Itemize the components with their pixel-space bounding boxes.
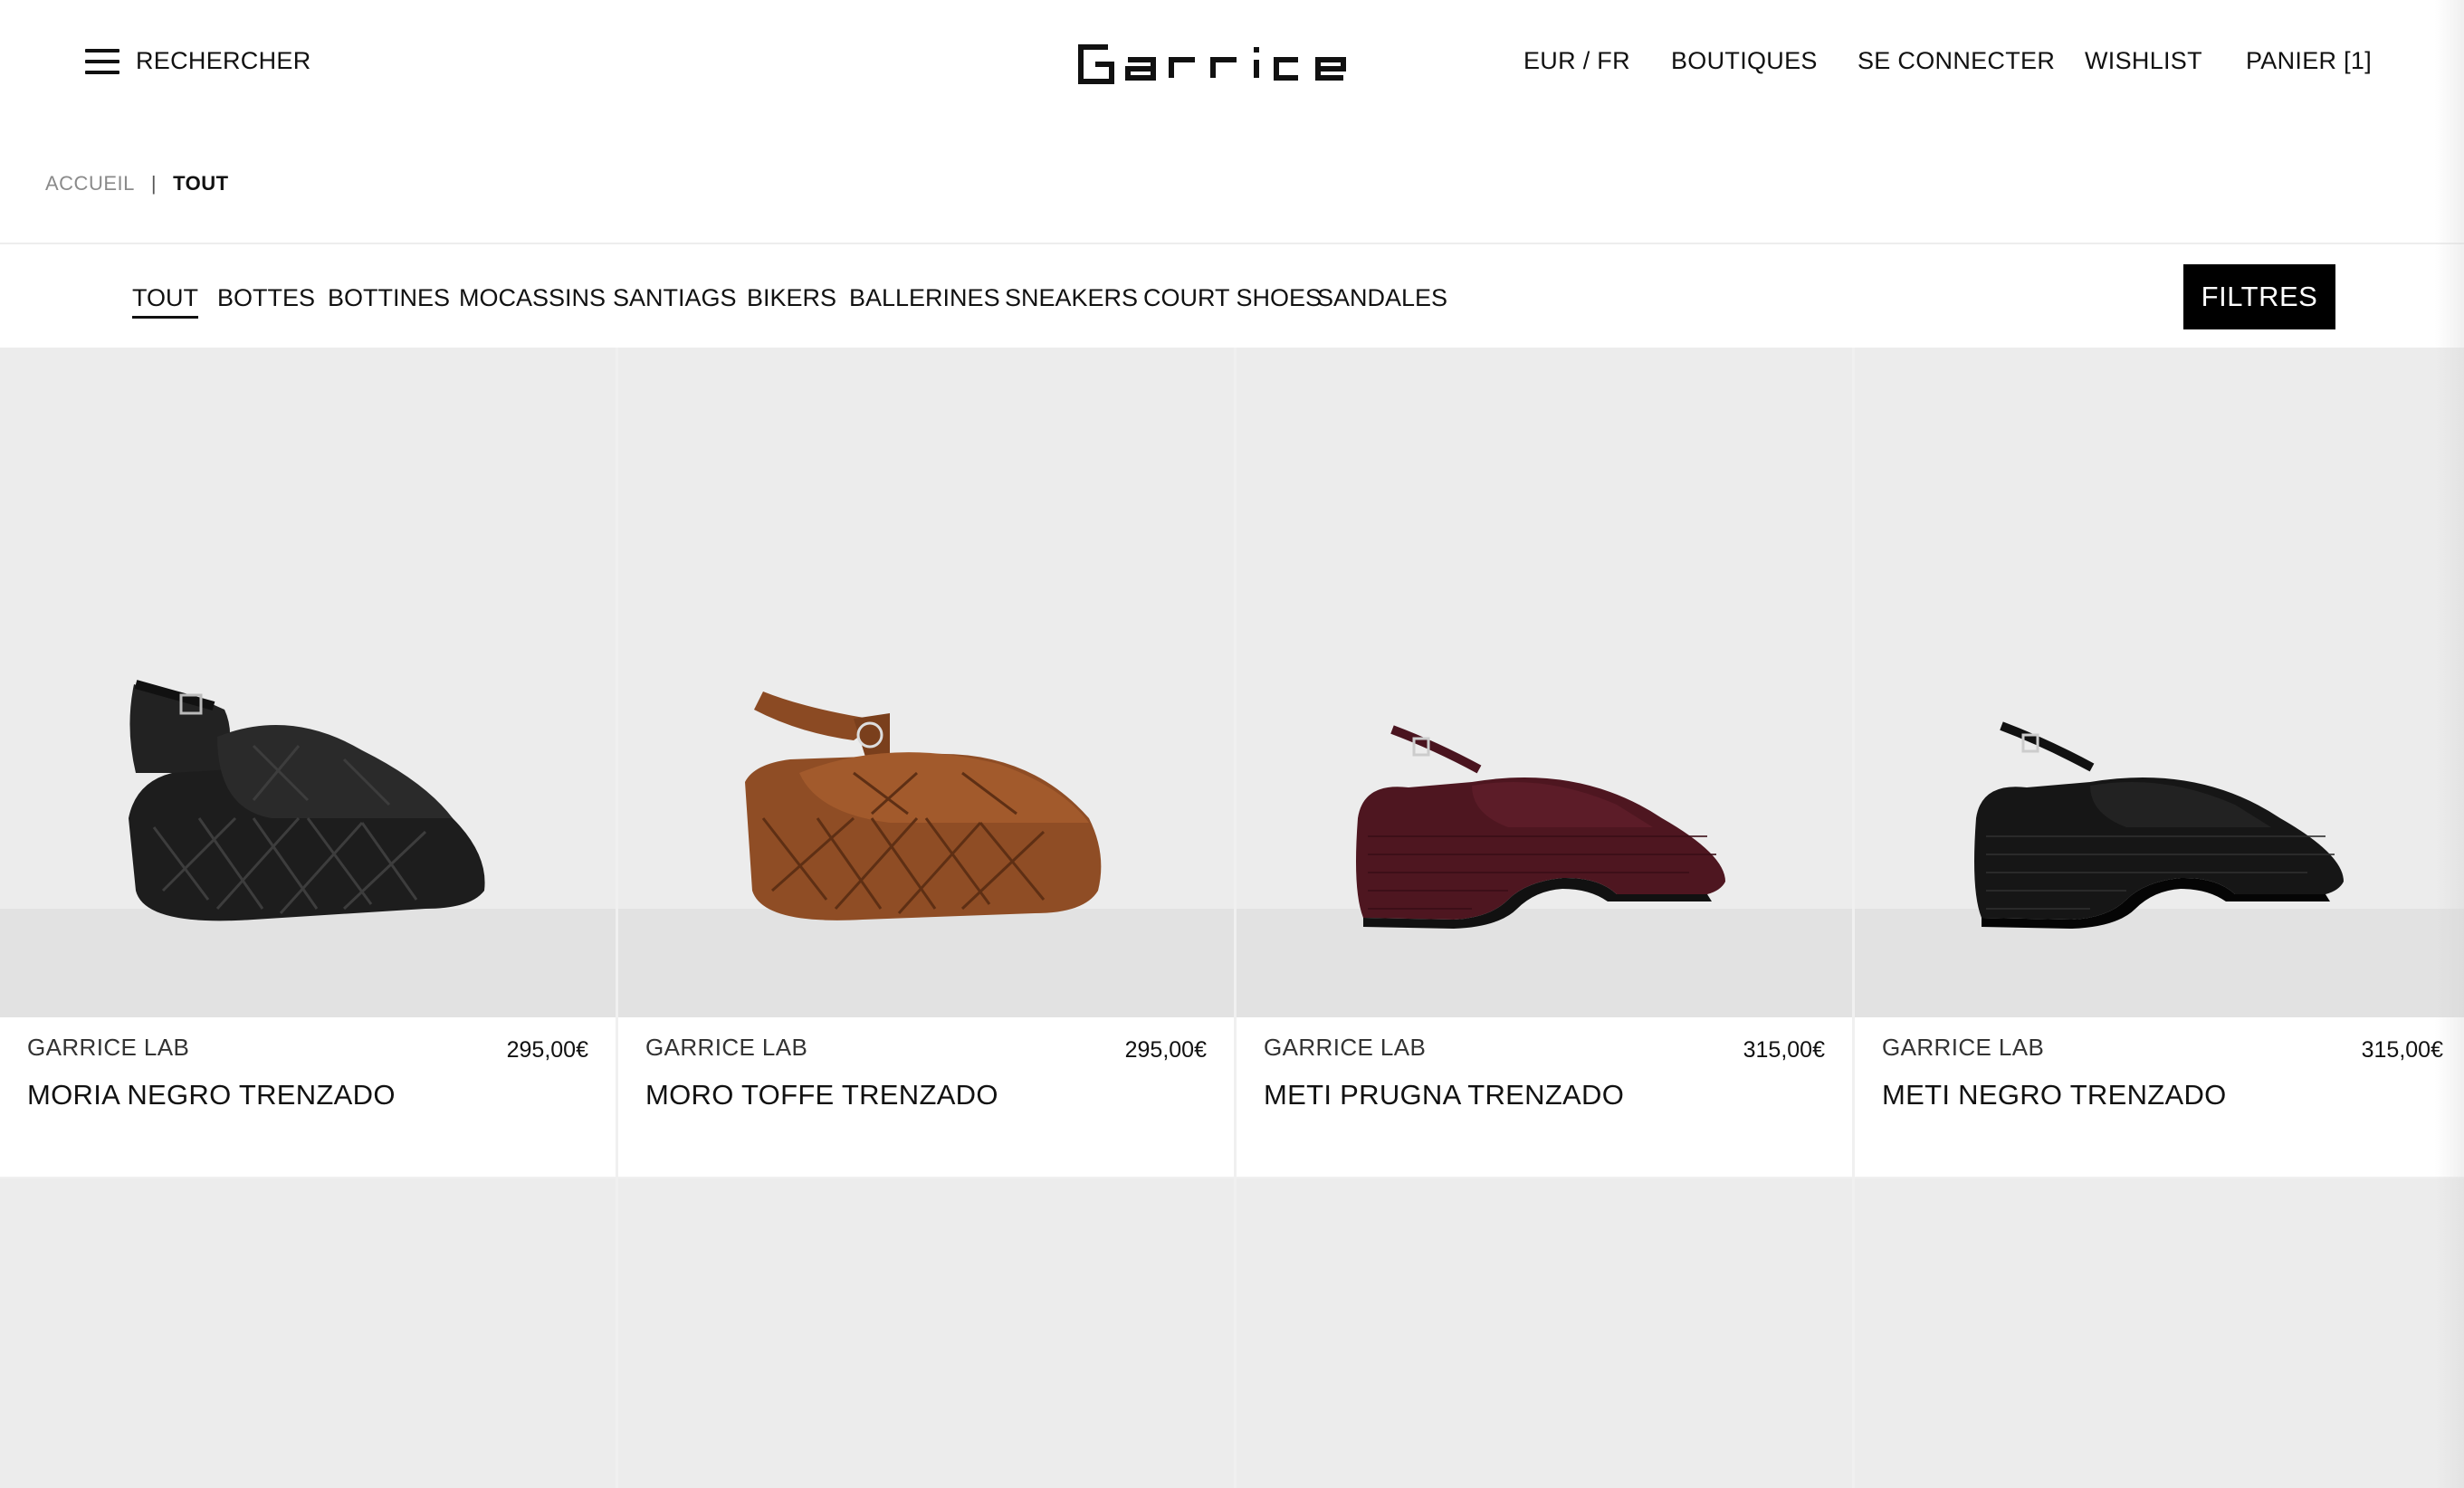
product-name[interactable]: METI PRUGNA TRENZADO	[1264, 1079, 1624, 1111]
tab-court-shoes[interactable]: COURT SHOES	[1143, 284, 1322, 312]
tab-ballerines[interactable]: BALLERINES	[849, 284, 1000, 312]
product-price: 315,00€	[2361, 1037, 2443, 1063]
tab-bottes[interactable]: BOTTES	[217, 284, 315, 312]
tab-sneakers[interactable]: SNEAKERS	[1005, 284, 1138, 312]
breadcrumb-separator: |	[150, 172, 158, 195]
shoe-illustration	[129, 680, 485, 921]
product-name[interactable]: MORO TOFFE TRENZADO	[645, 1079, 998, 1111]
product-name[interactable]: METI NEGRO TRENZADO	[1882, 1079, 2227, 1111]
menu-search-button[interactable]: RECHERCHER	[85, 47, 311, 75]
tab-santiags[interactable]: SANTIAGS	[613, 284, 737, 312]
product-image[interactable]	[1855, 348, 2464, 1017]
stores-link[interactable]: BOUTIQUES	[1671, 47, 1818, 75]
product-price: 295,00€	[506, 1037, 588, 1063]
product-brand: GARRICE LAB	[1264, 1034, 1427, 1061]
breadcrumb-home[interactable]: ACCUEIL	[45, 172, 135, 196]
tab-bikers[interactable]: BIKERS	[747, 284, 836, 312]
tab-bottines[interactable]: BOTTINES	[328, 284, 450, 312]
product-card[interactable]: GARRICE LAB 315,00€ METI PRUGNA TRENZADO	[1237, 348, 1852, 1177]
shoe-illustration	[1974, 721, 2344, 929]
search-label[interactable]: RECHERCHER	[136, 47, 311, 75]
tab-sandales[interactable]: SANDALES	[1317, 284, 1447, 312]
breadcrumb: ACCUEIL | TOUT	[45, 172, 229, 196]
product-price: 315,00€	[1743, 1037, 1825, 1063]
brand-logo[interactable]	[1075, 34, 1352, 89]
wishlist-link[interactable]: WISHLIST	[2085, 47, 2202, 75]
currency-language-selector[interactable]: EUR / FR	[1523, 47, 1630, 75]
shoe-illustration	[745, 692, 1102, 920]
product-card[interactable]	[618, 1178, 1234, 1488]
product-card[interactable]	[0, 1178, 616, 1488]
tab-mocassins[interactable]: MOCASSINS	[459, 284, 606, 312]
product-card[interactable]: GARRICE LAB 295,00€ MORIA NEGRO TRENZADO	[0, 348, 616, 1177]
site-header: RECHERCHER EUR / FR BOUTIQUES SE CONNECT…	[0, 0, 2464, 122]
product-image[interactable]	[1237, 348, 1852, 1017]
product-brand: GARRICE LAB	[27, 1034, 190, 1061]
scroll-edge-shadow	[2435, 0, 2464, 1488]
product-brand: GARRICE LAB	[645, 1034, 808, 1061]
shoe-illustration	[1356, 725, 1725, 929]
product-image[interactable]	[618, 348, 1234, 1017]
cart-link[interactable]: PANIER [1]	[2246, 47, 2372, 75]
category-tabs: TOUT BOTTES BOTTINES MOCASSINS SANTIAGS …	[0, 244, 2464, 348]
product-card[interactable]	[1237, 1178, 1852, 1488]
filters-button[interactable]: FILTRES	[2183, 264, 2335, 329]
hamburger-icon[interactable]	[85, 48, 119, 74]
product-price: 295,00€	[1124, 1037, 1207, 1063]
breadcrumb-current: TOUT	[173, 172, 229, 195]
product-card[interactable]: GARRICE LAB 295,00€ MORO TOFFE TRENZADO	[618, 348, 1234, 1177]
product-card[interactable]	[1855, 1178, 2464, 1488]
tab-tout[interactable]: TOUT	[132, 284, 198, 319]
product-card[interactable]: GARRICE LAB 315,00€ METI NEGRO TRENZADO	[1855, 348, 2464, 1177]
product-image[interactable]	[0, 348, 616, 1017]
product-name[interactable]: MORIA NEGRO TRENZADO	[27, 1079, 396, 1111]
product-brand: GARRICE LAB	[1882, 1034, 2045, 1061]
logo-wordmark	[1078, 44, 1346, 84]
login-link[interactable]: SE CONNECTER	[1858, 47, 2055, 75]
